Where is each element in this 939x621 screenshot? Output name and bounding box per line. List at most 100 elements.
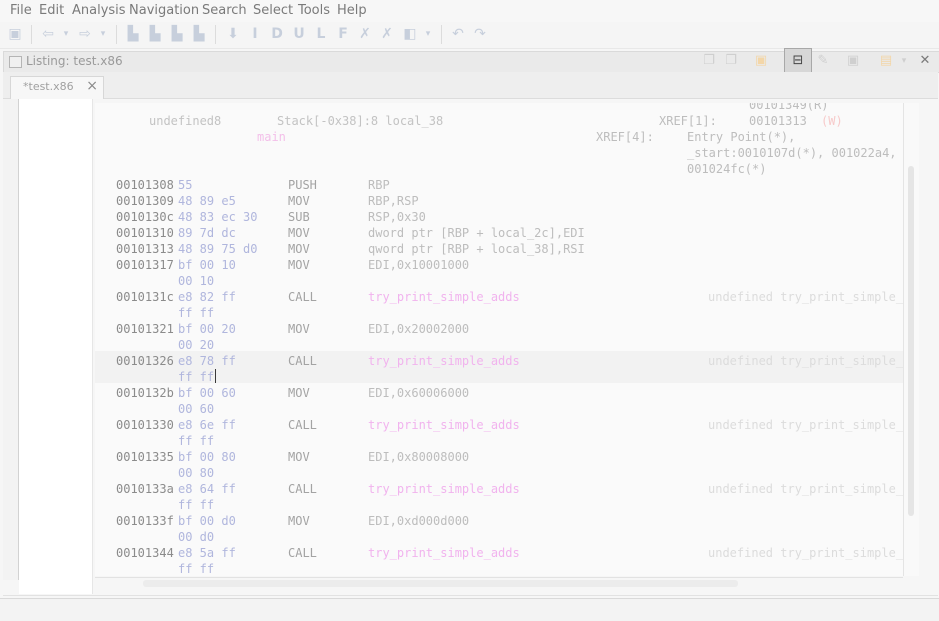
field-layout-icon[interactable]: ⊟	[784, 48, 812, 74]
data-icon[interactable]: ▙	[169, 26, 185, 42]
close-tab-icon[interactable]: ×	[86, 78, 98, 94]
menu-edit[interactable]: Edit	[39, 3, 64, 18]
instruction-mnemonic[interactable]: CALL	[288, 481, 317, 497]
listing-view[interactable]: 00101349(R) undefined8 Stack[-0x38]:8 lo…	[95, 103, 903, 576]
instruction-address[interactable]: 0010132b	[116, 385, 174, 401]
instruction-mnemonic[interactable]: CALL	[288, 417, 317, 433]
instruction-mnemonic[interactable]: MOV	[288, 513, 310, 529]
instruction-mnemonic[interactable]: MOV	[288, 257, 310, 273]
paste-icon[interactable]: ❐	[723, 53, 739, 69]
instruction-mnemonic[interactable]: MOV	[288, 225, 310, 241]
instruction-address[interactable]: 0010133a	[116, 481, 174, 497]
function-icon[interactable]: F	[335, 26, 351, 42]
instruction-operands[interactable]: EDI,0x60006000	[368, 385, 469, 401]
instruction-mnemonic[interactable]: CALL	[288, 353, 317, 369]
instruction-icon[interactable]: I	[247, 26, 263, 42]
instruction-address[interactable]: 0010131c	[116, 289, 174, 305]
menu-select[interactable]: Select	[253, 3, 293, 18]
copy-icon[interactable]: ❐	[701, 53, 717, 69]
instruction-operands[interactable]: EDI,0x20002000	[368, 321, 469, 337]
instruction-operands[interactable]: EDI,0xd000d000	[368, 513, 469, 529]
instruction-mnemonic[interactable]: CALL	[288, 289, 317, 305]
back-dropdown-icon[interactable]: ▾	[58, 26, 74, 42]
undefined-icon[interactable]: U	[291, 26, 307, 42]
menu-search[interactable]: Search	[202, 3, 247, 18]
instruction-mnemonic[interactable]: MOV	[288, 449, 310, 465]
toolbar-separator	[31, 25, 32, 44]
bytes-icon[interactable]: ◧	[402, 26, 418, 42]
call-target[interactable]: try_print_simple_adds	[368, 353, 520, 369]
instruction-address[interactable]: 00101321	[116, 321, 174, 337]
call-target[interactable]: try_print_simple_adds	[368, 481, 520, 497]
menu-analysis[interactable]: Analysis	[72, 3, 126, 18]
cursor-highlight-icon[interactable]: ▣	[753, 53, 769, 69]
options-dropdown-icon[interactable]: ▾	[896, 53, 912, 69]
close-panel-icon[interactable]: ✕	[917, 53, 933, 69]
call-signature-comment: undefined try_print_simple_a	[708, 290, 903, 304]
instruction-address[interactable]: 0010130c	[116, 209, 174, 225]
instruction-address[interactable]: 00101317	[116, 257, 174, 273]
instruction-operands[interactable]: EDI,0x80008000	[368, 449, 469, 465]
call-target[interactable]: try_print_simple_adds	[368, 545, 520, 561]
xref-address[interactable]: 00101313	[749, 113, 807, 129]
menu-navigation[interactable]: Navigation	[129, 3, 199, 18]
instruction-address[interactable]: 00101309	[116, 193, 174, 209]
instruction-operands[interactable]: RBP	[368, 177, 390, 193]
instruction-address[interactable]: 0010133f	[116, 513, 174, 529]
menu-file[interactable]: File	[10, 3, 32, 18]
instruction-mnemonic[interactable]: SUB	[288, 209, 310, 225]
xref4-line1[interactable]: Entry Point(*),	[687, 129, 795, 145]
vertical-scroll-thumb[interactable]	[908, 166, 914, 516]
instruction-mnemonic[interactable]: MOV	[288, 193, 310, 209]
instruction-operands[interactable]: RSP,0x30	[368, 209, 426, 225]
instruction-mnemonic[interactable]: PUSH	[288, 177, 317, 193]
save-icon[interactable]: ▣	[7, 26, 23, 42]
instruction-address[interactable]: 00101335	[116, 449, 174, 465]
xref-flag: (W)	[821, 114, 843, 128]
options-icon[interactable]: ▤	[878, 53, 894, 69]
call-target[interactable]: try_print_simple_adds	[368, 289, 520, 305]
clear-code-icon[interactable]: ▙	[147, 26, 163, 42]
xref-partial: 00101349(R)	[749, 103, 829, 112]
instruction-bytes: bf 00 60	[178, 386, 236, 400]
xref4-line3[interactable]: 001024fc(*)	[687, 161, 766, 177]
variable-icon[interactable]: ✗	[379, 26, 395, 42]
bytes-dropdown-icon[interactable]: ▾	[420, 26, 436, 42]
instruction-operands[interactable]: RBP,RSP	[368, 193, 419, 209]
instruction-address[interactable]: 00101308	[116, 177, 174, 193]
instruction-operands[interactable]: dword ptr [RBP + local_2c],EDI	[368, 225, 585, 241]
back-icon[interactable]: ⇦	[40, 26, 56, 42]
bookmark-icon[interactable]: ▙	[191, 26, 207, 42]
vertical-scrollbar[interactable]	[903, 103, 919, 576]
tab-test-x86[interactable]: *test.x86 ×	[10, 76, 104, 99]
menu-tools[interactable]: Tools	[298, 3, 330, 18]
undo-icon[interactable]: ↶	[450, 26, 466, 42]
function-label-main[interactable]: main	[257, 129, 286, 145]
call-target[interactable]: try_print_simple_adds	[368, 417, 520, 433]
forward-dropdown-icon[interactable]: ▾	[95, 26, 111, 42]
external-icon[interactable]: ✗	[357, 26, 373, 42]
navigate-down-icon[interactable]: ⬇	[225, 26, 241, 42]
edit-icon[interactable]: ✎	[815, 53, 831, 69]
instruction-mnemonic[interactable]: MOV	[288, 241, 310, 257]
horizontal-scrollbar[interactable]	[95, 577, 903, 590]
data-type-icon[interactable]: D	[269, 26, 285, 42]
disassemble-icon[interactable]: ▙	[125, 26, 141, 42]
instruction-address[interactable]: 00101310	[116, 225, 174, 241]
instruction-mnemonic[interactable]: MOV	[288, 321, 310, 337]
instruction-mnemonic[interactable]: MOV	[288, 385, 310, 401]
instruction-operands[interactable]: EDI,0x10001000	[368, 257, 469, 273]
redo-icon[interactable]: ↷	[472, 26, 488, 42]
instruction-address[interactable]: 00101344	[116, 545, 174, 561]
horizontal-scroll-thumb[interactable]	[143, 580, 738, 587]
menu-help[interactable]: Help	[337, 3, 367, 18]
xref4-line2[interactable]: _start:0010107d(*), 001022a4,	[687, 145, 897, 161]
forward-icon[interactable]: ⇨	[77, 26, 93, 42]
snapshot-icon[interactable]: ▣	[845, 53, 861, 69]
instruction-mnemonic[interactable]: CALL	[288, 545, 317, 561]
label-icon[interactable]: L	[313, 26, 329, 42]
instruction-address[interactable]: 00101326	[116, 353, 174, 369]
instruction-address[interactable]: 00101330	[116, 417, 174, 433]
instruction-operands[interactable]: qword ptr [RBP + local_38],RSI	[368, 241, 585, 257]
instruction-address[interactable]: 00101313	[116, 241, 174, 257]
